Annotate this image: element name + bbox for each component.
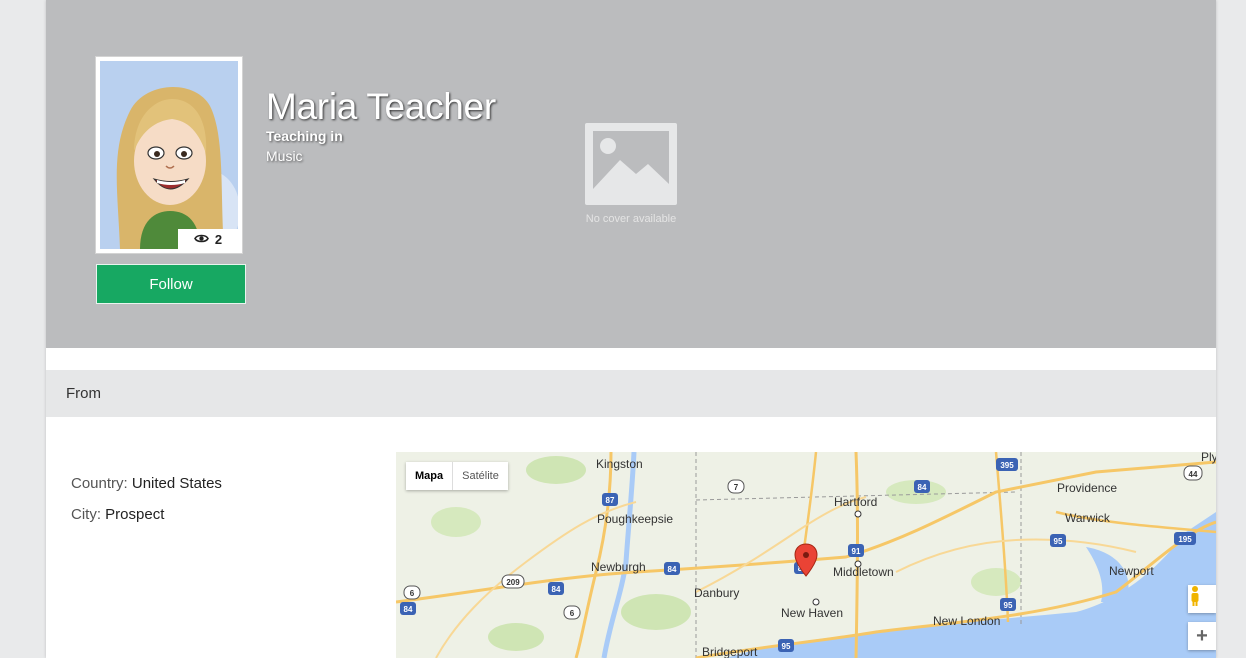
from-section-header: From <box>46 370 1216 417</box>
location-map[interactable]: 87 7 84 395 44 91 95 195 209 6 84 8 95 9… <box>396 452 1216 658</box>
map-highway-shield: 6 <box>570 609 575 618</box>
map-city-label: Bridgeport <box>702 645 758 658</box>
avatar-image <box>100 61 238 249</box>
no-cover-text: No cover available <box>585 213 677 225</box>
map-city-label: Hartford <box>834 495 877 509</box>
map-city-label: Poughkeepsie <box>597 512 673 526</box>
from-title: From <box>66 385 101 402</box>
subject-label: Music <box>266 148 303 164</box>
map-city-label: Providence <box>1057 481 1117 495</box>
map-highway-shield: 95 <box>1054 537 1063 546</box>
image-placeholder-icon <box>584 123 678 210</box>
location-info: Country: United States City: Prospect <box>71 475 222 537</box>
map-highway-shield: 87 <box>606 496 615 505</box>
city-label: City: <box>71 506 101 523</box>
map-highway-shield: 6 <box>410 589 415 598</box>
map-highway-shield: 209 <box>506 578 520 587</box>
views-badge: 2 <box>178 229 238 249</box>
follow-button[interactable]: Follow <box>96 264 246 304</box>
map-city-label: New Haven <box>781 606 843 620</box>
pegman-icon[interactable] <box>1188 585 1216 613</box>
map-city-label: Warwick <box>1065 511 1111 525</box>
zoom-in-button[interactable]: + <box>1188 622 1216 650</box>
map-highway-shield: 395 <box>1000 461 1014 470</box>
map-highway-shield: 84 <box>668 565 677 574</box>
city-row: City: Prospect <box>71 506 222 537</box>
map-highway-shield: 84 <box>552 585 561 594</box>
map-highway-shield: 44 <box>1189 470 1198 479</box>
map-highway-shield: 91 <box>852 547 861 556</box>
profile-name: Maria Teacher <box>266 86 496 127</box>
no-cover-placeholder: No cover available <box>584 122 678 228</box>
views-count: 2 <box>214 231 223 247</box>
map-city-label: Newport <box>1109 564 1154 578</box>
map-city-label: Newburgh <box>591 560 646 574</box>
map-type-map-button[interactable]: Mapa <box>406 462 454 490</box>
cover-area: 2 Follow Maria Teacher Teaching in Music… <box>46 0 1216 348</box>
map-city-label: New London <box>933 614 1000 628</box>
map-city-label: Danbury <box>694 586 739 600</box>
city-value: Prospect <box>105 506 165 523</box>
map-highway-shield: 95 <box>782 642 791 651</box>
map-city-label: Ply <box>1201 452 1216 464</box>
profile-page: 2 Follow Maria Teacher Teaching in Music… <box>46 0 1216 658</box>
teaching-label: Teaching in <box>266 128 343 144</box>
map-highway-shield: 84 <box>918 483 927 492</box>
avatar[interactable]: 2 <box>96 57 242 253</box>
eye-icon <box>193 232 209 247</box>
map-city-label: Kingston <box>596 457 643 471</box>
map-highway-shield: 7 <box>734 483 739 492</box>
map-city-label: Middletown <box>833 565 894 579</box>
map-type-control: Mapa Satélite <box>406 462 508 490</box>
country-label: Country: <box>71 475 128 492</box>
map-type-satellite-button[interactable]: Satélite <box>453 462 508 490</box>
map-highway-shield: 95 <box>1004 601 1013 610</box>
country-value: United States <box>131 475 222 492</box>
map-highway-shield: 195 <box>1178 535 1192 544</box>
map-highway-shield: 84 <box>404 605 413 614</box>
country-row: Country: United States <box>71 475 222 506</box>
